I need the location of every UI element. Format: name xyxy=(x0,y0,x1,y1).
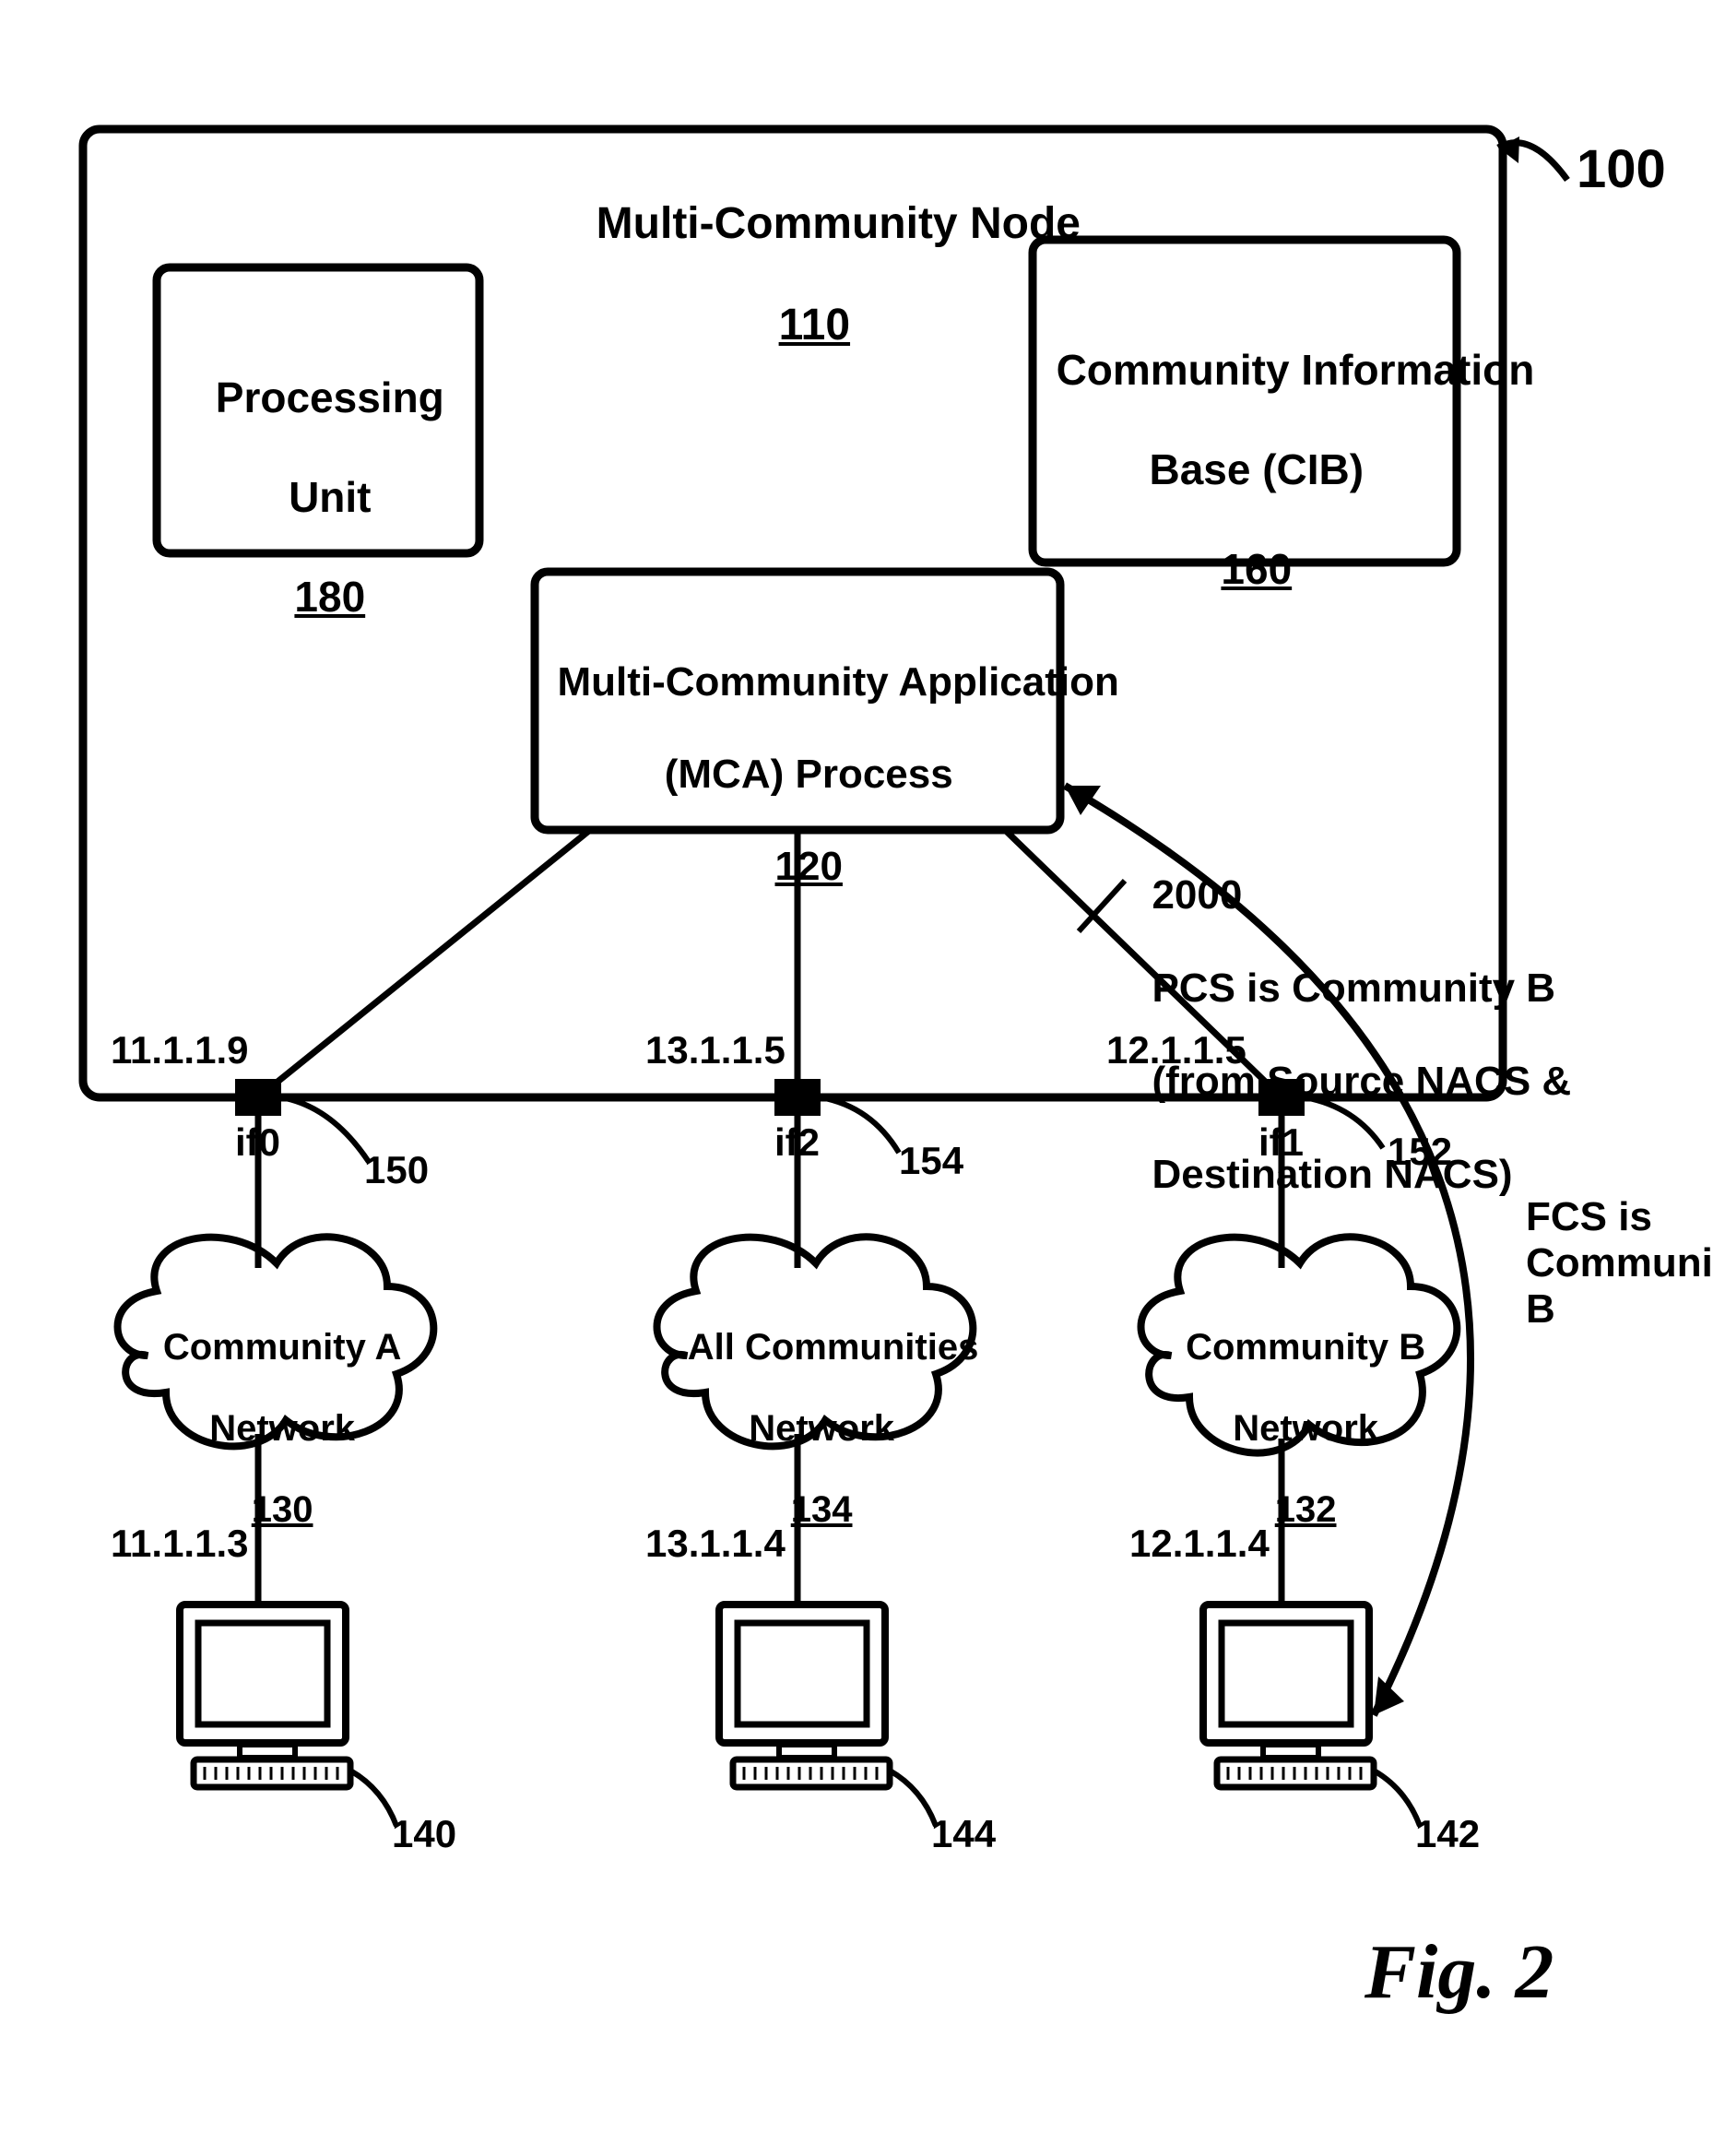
cloud-all-ref: 134 xyxy=(791,1489,853,1530)
host-a-ip: 11.1.1.3 xyxy=(111,1522,248,1566)
cloud-b-ref: 132 xyxy=(1275,1489,1337,1530)
pcs-l1: PCS is Community B xyxy=(1152,965,1555,1011)
fcs-annotation: FCS is Community B xyxy=(1526,1194,1713,1333)
pcs-l3: Destination NACS) xyxy=(1152,1152,1512,1197)
mca-l1: Multi-Community Application xyxy=(557,659,1118,705)
cib-box: Community Information Base (CIB) 160 xyxy=(1033,295,1457,594)
if0-ip: 11.1.1.9 xyxy=(111,1028,248,1072)
mca-ref: 120 xyxy=(775,844,843,889)
processing-unit: Processing Unit 180 xyxy=(157,323,479,622)
node-title-line1: Multi-Community Node xyxy=(597,199,1081,248)
cib-l2: Base (CIB) xyxy=(1149,445,1364,493)
cloud-a: Community A Network 130 xyxy=(134,1286,410,1530)
cib-ref: 160 xyxy=(1221,545,1292,593)
processing-unit-l2: Unit xyxy=(289,473,371,521)
host-a-ref: 140 xyxy=(392,1812,456,1856)
node-title-ref: 110 xyxy=(779,301,850,349)
figure-label: Fig. 2 xyxy=(1364,1927,1554,2017)
system-ref-label: 100 xyxy=(1577,138,1666,200)
cloud-b-l1: Community B xyxy=(1186,1327,1425,1368)
cloud-b-l2: Network xyxy=(1233,1408,1378,1449)
cloud-all-l1: All Communities xyxy=(688,1327,979,1368)
host-all-ref: 144 xyxy=(931,1812,996,1856)
host-b-ip: 12.1.1.4 xyxy=(1129,1522,1270,1566)
cloud-a-l2: Network xyxy=(209,1408,355,1449)
cloud-all-l2: Network xyxy=(749,1408,894,1449)
processing-unit-ref: 180 xyxy=(294,573,365,621)
pcs-l2: (from Source NACS & xyxy=(1152,1059,1571,1104)
host-b-ref: 142 xyxy=(1415,1812,1480,1856)
cloud-all: All Communities Network 134 xyxy=(668,1286,954,1530)
port-ref-150: 150 xyxy=(364,1148,429,1192)
cloud-a-ref: 130 xyxy=(252,1489,313,1530)
mca-l2: (MCA) Process xyxy=(665,752,953,797)
if0-name: if0 xyxy=(235,1120,280,1165)
pcs-annotation: 2000 PCS is Community B (from Source NAC… xyxy=(1129,825,1571,1199)
mca-box: Multi-Community Application (MCA) Proces… xyxy=(535,613,1060,890)
if2-name: if2 xyxy=(774,1120,820,1165)
node-title: Multi-Community Node 110 xyxy=(572,148,1033,350)
host-all-ip: 13.1.1.4 xyxy=(645,1522,786,1566)
port-ref-154: 154 xyxy=(899,1139,963,1183)
cib-l1: Community Information xyxy=(1057,346,1535,394)
cloud-b: Community B Network 132 xyxy=(1157,1286,1434,1530)
cloud-a-l1: Community A xyxy=(163,1327,402,1368)
if2-ip: 13.1.1.5 xyxy=(645,1028,786,1072)
pcs-ref: 2000 xyxy=(1152,872,1242,918)
processing-unit-l1: Processing xyxy=(216,373,444,421)
